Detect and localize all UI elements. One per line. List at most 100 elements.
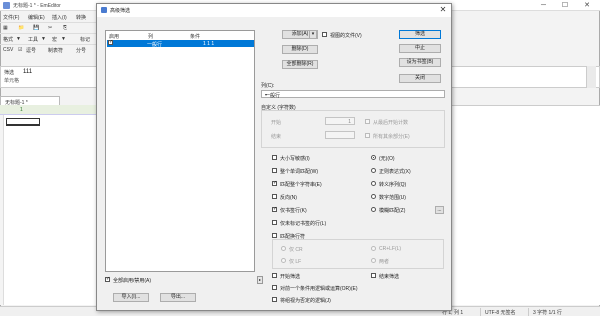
macro-menu[interactable]: 宏 [52,36,57,43]
match-linebreak-checkbox[interactable] [272,233,277,238]
close-icon[interactable]: ✕ [437,5,449,15]
begin-filter-label[interactable]: 开始筛选 [280,273,300,280]
negative-label[interactable]: 反向(N) [280,194,297,201]
menubar: 文件(F) 编辑(E) 插入(I) 转换 [0,12,100,21]
negate-group-checkbox[interactable] [272,297,277,302]
end-label: 结束 [271,134,282,140]
marker-menu[interactable]: 标记 [80,36,90,43]
add-dropdown-button[interactable]: ▾ [309,30,317,39]
status-encoding[interactable]: UTF-8 无签名 [485,309,516,316]
end-filter-label[interactable]: 结束筛选 [379,273,399,280]
filter-label: 筛选 [4,70,15,76]
delete-button[interactable]: 删除(D) [282,45,318,54]
criteria-list[interactable]: 启用 列 条件 一般行 1 1 1 [105,30,255,272]
save-icon[interactable]: 💾 [33,25,39,31]
cr-only-radio[interactable] [281,246,286,251]
or-combine-label[interactable]: 对前一个条件用逻辑或运算(OR)(E) [280,285,358,292]
from-end-checkbox[interactable] [365,119,370,124]
mode-escape-label[interactable]: 转义序列(Q) [379,181,406,188]
toolbar-format: 格式 ▼ 工具 ▼ 宏 ▼ 标记 [0,33,100,43]
lf-only-radio[interactable] [281,258,286,263]
cut-icon[interactable]: ✂ [48,25,52,31]
all-files-label[interactable]: 视图的文件(V) [330,32,362,39]
mode-none-radio[interactable] [371,155,376,160]
tools-menu[interactable]: 工具 [28,36,38,43]
enable-all-checkbox[interactable] [105,276,110,282]
start-label: 开始 [271,120,282,126]
chevron-down-icon[interactable]: ▼ [61,36,66,42]
mode-escape-radio[interactable] [371,181,376,186]
mode-regex-label[interactable]: 正则表达式(X) [379,168,411,175]
row-column: 一般行 [147,42,163,48]
bookmarked-only-checkbox[interactable] [272,206,277,212]
menu-file[interactable]: 文件(F) [3,14,19,21]
filter-scrollbar[interactable] [586,66,596,88]
menu-convert[interactable]: 转换 [76,14,86,21]
advanced-filter-dialog: 高级筛选 ✕ 启用 列 条件 一般行 1 1 1 全部启用/禁用(A) ▸ 导入… [96,3,452,311]
from-end-label: 从最后开始计数 [373,120,409,126]
import-button[interactable]: 导入(I)... [113,293,149,302]
close-button[interactable]: 关闭 [399,74,441,83]
row-enabled-checkbox[interactable] [108,39,113,45]
filter-icon [101,7,107,13]
or-combine-checkbox[interactable] [272,285,277,290]
mode-regex-radio[interactable] [371,168,376,173]
menu-edit[interactable]: 编辑(E) [28,14,45,21]
all-remaining-checkbox[interactable] [365,133,370,138]
unbookmarked-only-checkbox[interactable] [272,220,277,225]
delete-all-button[interactable]: 全部删除(R) [282,60,318,69]
match-case-checkbox[interactable] [272,155,277,160]
end-field[interactable] [325,131,355,139]
begin-filter-checkbox[interactable] [272,273,277,278]
all-remaining-label: 所有其余部分(E) [373,134,410,140]
whole-word-label[interactable]: 整个单词匹配(W) [280,168,318,175]
enable-all-label[interactable]: 全部启用/禁用(A) [113,277,151,284]
chevron-down-icon[interactable]: ▼ [41,36,46,42]
lf-only-label: 仅 LF [289,259,302,265]
move-arrow-button[interactable]: ▸ [257,276,263,284]
unbookmarked-only-label[interactable]: 仅未标记书签的行(L) [280,220,326,227]
menu-insert[interactable]: 插入(I) [52,14,67,21]
mode-none-label[interactable]: (无)(O) [379,155,395,162]
match-case-label[interactable]: 大小写敏感(I) [280,155,310,162]
mode-numeric-radio[interactable] [371,194,376,199]
header-condition[interactable]: 条件 [190,33,200,40]
new-icon[interactable]: ▦ [3,25,8,31]
copy-icon[interactable]: ⎘ [63,25,67,31]
whole-word-checkbox[interactable] [272,168,277,173]
filter-button[interactable]: 筛选 [399,30,441,39]
column-dropdown[interactable]: 一般行 ▾ [261,90,445,99]
doc-tab[interactable]: 无标题-1 * [0,96,60,106]
negate-group-label[interactable]: 将组视为否定的逻辑(J) [280,297,331,304]
bookmark-button[interactable]: 设为书签(B) [399,58,441,67]
active-cell[interactable] [6,118,40,126]
tab-button[interactable]: 制表符 [48,47,63,54]
list-item[interactable]: 一般行 1 1 1 [107,39,254,48]
toolbar-csv: CSV ☑ 逗号 制表符 分号 [0,44,100,54]
open-icon[interactable]: 📁 [18,25,24,31]
abort-button[interactable]: 中止 [399,44,441,53]
start-field[interactable]: 1 [325,117,355,125]
crlf-radio[interactable] [371,246,376,251]
semicolon-button[interactable]: 分号 [76,47,86,54]
both-radio[interactable] [371,258,376,263]
window-controls[interactable]: ─ ☐ ✕ [541,1,597,9]
header-column[interactable]: 列 [148,33,153,40]
whole-string-checkbox[interactable] [272,180,277,186]
mode-fuzzy-label[interactable]: 模糊匹配(Z) [379,207,405,214]
csv-check-icon[interactable]: ☑ [18,47,22,53]
csv-label[interactable]: CSV [3,47,13,53]
chevron-down-icon[interactable]: ▼ [16,36,21,42]
whole-string-label[interactable]: 匹配整个字符串(E) [280,181,322,188]
format-menu[interactable]: 格式 [3,36,13,43]
comma-button[interactable]: 逗号 [26,47,36,54]
fuzzy-options-button[interactable]: ... [435,206,444,214]
end-filter-checkbox[interactable] [371,273,376,278]
negative-checkbox[interactable] [272,194,277,199]
export-button[interactable]: 导出... [160,293,196,302]
bookmarked-only-label[interactable]: 仅书签行(K) [280,207,307,214]
mode-fuzzy-radio[interactable] [371,207,376,212]
mode-numeric-label[interactable]: 数字范围(U) [379,194,406,201]
all-files-checkbox[interactable] [322,32,327,37]
filter-input[interactable]: 111 [23,69,32,75]
